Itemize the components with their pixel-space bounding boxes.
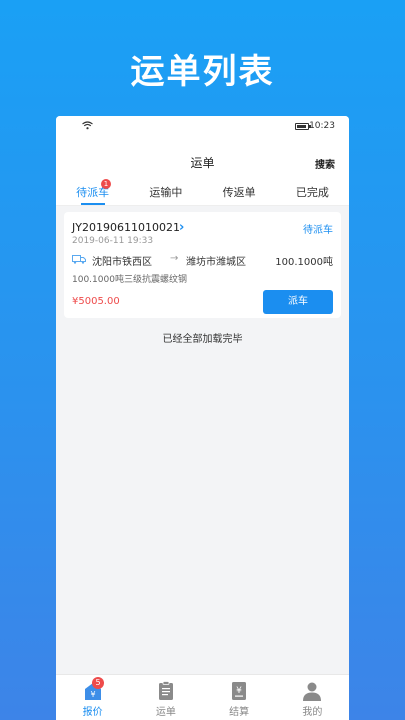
wifi-icon <box>82 121 93 130</box>
svg-text:¥: ¥ <box>236 686 242 696</box>
bottom-nav-label: 运单 <box>155 707 176 718</box>
cargo-description: 100.1000吨三级抗震螺纹钢 <box>72 275 187 285</box>
order-price: ¥5005.00 <box>72 296 120 307</box>
tab-badge: 1 <box>101 179 111 189</box>
order-status-badge: 待派车 <box>303 225 333 236</box>
waybill-icon <box>158 681 173 700</box>
tab-label: 已完成 <box>295 186 329 199</box>
hero-title: 运单列表 <box>130 52 275 92</box>
tab-completed[interactable]: 已完成 <box>276 176 349 205</box>
bottom-nav-settlement[interactable]: ¥ 结算 <box>203 675 276 720</box>
cargo-weight: 100.1000吨 <box>275 257 333 268</box>
bottom-nav-quote[interactable]: ¥ 5 报价 <box>56 675 129 720</box>
nav-bar: 运单 搜索 <box>56 138 349 176</box>
tab-in-transit[interactable]: 运输中 <box>129 176 202 205</box>
dispatch-button[interactable]: 派车 <box>263 290 333 314</box>
route-origin: 沈阳市铁西区 <box>92 257 152 268</box>
battery-icon <box>295 123 311 130</box>
profile-icon <box>303 682 322 701</box>
tab-return-receipt[interactable]: 传返单 <box>203 176 276 205</box>
tab-pending-dispatch[interactable]: 待派车 1 <box>56 176 129 205</box>
list-end-message: 已经全部加载完毕 <box>162 334 243 345</box>
order-card[interactable]: JY20190611010021 › 待派车 2019-06-11 19:33 … <box>64 212 341 318</box>
order-number: JY20190611010021 <box>72 221 180 234</box>
svg-text:¥: ¥ <box>90 690 95 699</box>
settlement-icon: ¥ <box>232 682 247 700</box>
page-title: 运单 <box>190 156 215 170</box>
bottom-nav-label: 结算 <box>229 707 250 718</box>
bottom-nav-profile[interactable]: 我的 <box>276 675 349 720</box>
tab-label: 运输中 <box>149 186 183 199</box>
tab-bar: 待派车 1 运输中 传返单 已完成 <box>56 176 349 206</box>
truck-icon <box>72 255 86 264</box>
phone-screen: 10:23 运单 搜索 待派车 1 运输中 传返单 已完成 JY20190611… <box>56 116 349 720</box>
order-time: 2019-06-11 19:33 <box>72 236 154 246</box>
route-destination: 潍坊市潍城区 <box>186 257 246 268</box>
bottom-nav: ¥ 5 报价 运单 ¥ 结算 我的 <box>56 674 349 720</box>
arrow-right-icon: → <box>170 253 179 264</box>
bottom-nav-label: 我的 <box>302 707 323 718</box>
bottom-nav-waybill[interactable]: 运单 <box>129 675 202 720</box>
bottom-nav-badge: 5 <box>92 677 104 689</box>
bottom-nav-label: 报价 <box>82 707 103 718</box>
chevron-right-icon[interactable]: › <box>179 220 184 235</box>
search-button[interactable]: 搜索 <box>315 156 335 171</box>
status-bar: 10:23 <box>56 116 349 138</box>
status-time: 10:23 <box>309 121 335 131</box>
tab-label: 传返单 <box>222 186 256 199</box>
